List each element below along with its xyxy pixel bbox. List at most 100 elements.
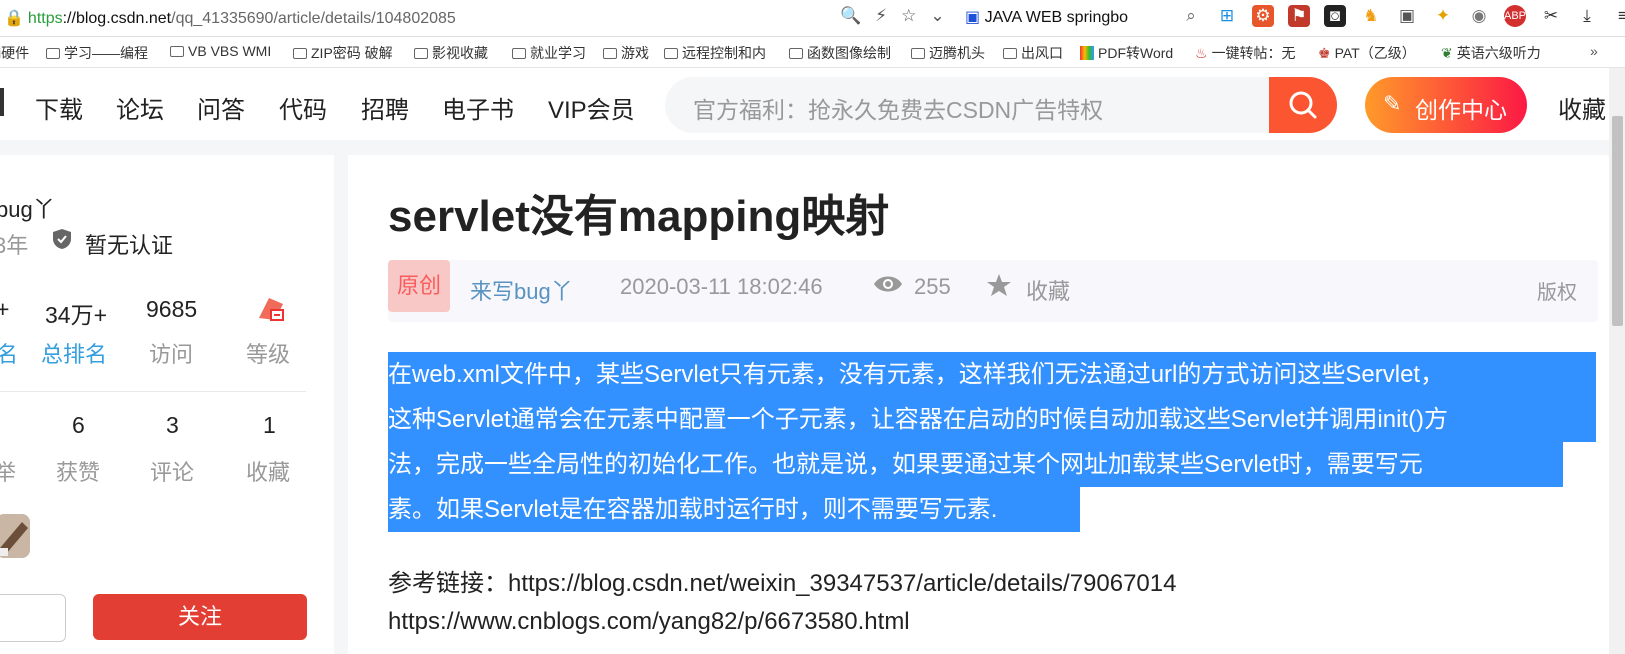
bookmark-label: 迈腾机头 xyxy=(929,45,985,61)
pen-icon: ✎ xyxy=(1383,91,1402,116)
address-bar[interactable]: 🔒 https://blog.csdn.net/qq_41335690/artic… xyxy=(4,8,456,28)
nav-favorites[interactable]: 收藏 xyxy=(1558,90,1606,125)
bookmarks-bar: i硬件 学习——编程 VB VBS WMI ZIP密码 破解 影视收藏 就业学习… xyxy=(0,37,1625,68)
stat-value: 6 xyxy=(72,412,85,438)
bookmark-label: 函数图像绘制 xyxy=(807,45,891,61)
windows-icon[interactable]: ⊞ xyxy=(1216,5,1238,27)
browser-toolbar: 🔒 https://blog.csdn.net/qq_41335690/artic… xyxy=(0,0,1625,37)
bookmark-item[interactable]: 迈腾机头 xyxy=(911,43,985,63)
copyright-link[interactable]: 版权 xyxy=(1537,276,1577,305)
medal-icon xyxy=(0,508,38,570)
bookmark-item[interactable]: PDF转Word xyxy=(1080,43,1173,63)
bookmark-item[interactable]: 游戏 xyxy=(603,43,649,63)
extension-red-icon[interactable]: ⚙ xyxy=(1252,5,1274,27)
bookmark-item[interactable]: 出风口 xyxy=(1003,43,1063,63)
nav-edge-mark xyxy=(0,88,4,116)
nav-qa[interactable]: 问答 xyxy=(197,90,245,125)
article-title: servlet没有mapping映射 xyxy=(388,192,890,241)
bookmark-item[interactable]: ♨ 一键转帖：无 xyxy=(1195,43,1296,63)
folder-icon xyxy=(293,48,307,59)
view-count: 255 xyxy=(914,274,951,299)
author-name[interactable]: bug丫 xyxy=(0,192,55,224)
stat-label-likes: 获赞 xyxy=(56,460,101,485)
url-host: ://blog.csdn.net xyxy=(62,10,172,27)
extension-black-icon[interactable]: ◙ xyxy=(1324,5,1346,27)
folder-icon xyxy=(512,48,526,59)
reference-link-2[interactable]: https://www.cnblogs.com/yang82/p/6673580… xyxy=(388,608,910,636)
message-button[interactable] xyxy=(0,594,66,642)
extension-flag-icon[interactable]: ⚑ xyxy=(1288,5,1310,27)
favorite-link[interactable]: 收藏 xyxy=(1026,274,1070,306)
bookmark-item[interactable]: ♚ PAT（乙级） xyxy=(1318,43,1416,63)
scissors-icon[interactable]: ✂ xyxy=(1540,5,1562,27)
nav-vip[interactable]: VIP会员 xyxy=(548,90,635,125)
bookmark-item[interactable]: 就业学习 xyxy=(512,43,586,63)
bookmark-item[interactable]: 远程控制和内 xyxy=(664,43,766,63)
bookmark-label: 一键转帖：无 xyxy=(1211,45,1296,61)
zoom-icon[interactable]: 🔍 xyxy=(840,6,861,26)
original-tag: 原创 xyxy=(388,260,450,312)
stat-label-visits: 访问 xyxy=(149,342,194,367)
menu-icon[interactable]: ≡ xyxy=(1612,5,1625,27)
search-input[interactable]: 官方福利：抢永久免费去CSDN广告特权 xyxy=(665,77,1275,133)
create-center-button[interactable]: ✎ 创作中心 xyxy=(1365,77,1527,133)
pdf-app-icon xyxy=(1080,46,1094,60)
bookmark-label: PAT（乙级） xyxy=(1334,45,1416,61)
leaf-icon: ❦ xyxy=(1441,45,1453,61)
bookmark-label: VB VBS WMI xyxy=(188,43,272,59)
bookmark-label: PDF转Word xyxy=(1098,45,1174,61)
bookmark-item[interactable]: ❦ 英语六级听力 xyxy=(1441,43,1541,63)
stat-label-total-rank[interactable]: 总排名 xyxy=(41,337,107,369)
star-bookmark-icon[interactable]: ☆ xyxy=(901,6,916,26)
cert-status: 暂无认证 xyxy=(85,233,174,258)
nav-ebooks[interactable]: 电子书 xyxy=(442,90,514,125)
shield-icon xyxy=(52,228,72,256)
bookmark-label: 出风口 xyxy=(1021,45,1063,61)
search-button[interactable] xyxy=(1269,77,1337,133)
screenshot-icon[interactable]: ▣ xyxy=(1396,5,1418,27)
lightning-icon[interactable]: ⚡ xyxy=(875,6,887,26)
adblock-icon[interactable]: ABP xyxy=(1504,5,1526,27)
search-engine-box[interactable]: ▣ JAVA WEB springbo xyxy=(965,7,1145,27)
paragraph-line: 素。如果Servlet是在容器加载时运行时，则不需要写元素. xyxy=(388,496,998,523)
extension-fox-icon[interactable]: ♞ xyxy=(1360,5,1382,27)
nav-download[interactable]: 下载 xyxy=(35,90,83,125)
chevron-down-icon[interactable]: ⌄ xyxy=(930,6,944,26)
folder-icon xyxy=(414,48,428,59)
paragraph-line: 这种Servlet通常会在元素中配置一个子元素，让容器在启动的时候自动加载这些S… xyxy=(388,406,1449,433)
nav-forum[interactable]: 论坛 xyxy=(116,90,164,125)
author-years: 3年 xyxy=(0,233,29,258)
publish-date: 2020-03-11 18:02:46 xyxy=(620,274,823,299)
stat-label-level: 等级 xyxy=(246,342,291,367)
bookmark-label: 英语六级听力 xyxy=(1456,45,1541,61)
bookmark-label: i硬件 xyxy=(0,45,30,61)
pat-icon: ♚ xyxy=(1318,45,1331,61)
create-center-label: 创作中心 xyxy=(1415,97,1507,123)
eye-icon[interactable]: ◉ xyxy=(1468,5,1490,27)
follow-button[interactable]: 关注 xyxy=(93,594,307,640)
extension-tiger-icon[interactable]: ✦ xyxy=(1432,5,1454,27)
bookmark-item[interactable]: 函数图像绘制 xyxy=(789,43,891,63)
folder-icon xyxy=(911,48,925,59)
article-paragraph: 在web.xml文件中，某些Servlet只有元素，没有元素，这样我们无法通过u… xyxy=(388,352,1598,532)
folder-icon xyxy=(1003,48,1017,59)
bookmark-item[interactable]: i硬件 xyxy=(0,43,29,63)
star-icon[interactable] xyxy=(986,272,1012,304)
more-bookmarks-icon[interactable]: » xyxy=(1590,43,1598,59)
stat-label: 举 xyxy=(0,460,17,485)
nav-jobs[interactable]: 招聘 xyxy=(361,90,409,125)
author-link[interactable]: 来写bug丫 xyxy=(470,274,573,306)
site-header: 下载 论坛 问答 代码 招聘 电子书 VIP会员 官方福利：抢永久免费去CSDN… xyxy=(0,68,1625,140)
nav-code[interactable]: 代码 xyxy=(279,90,327,125)
bookmark-item[interactable]: 学习——编程 xyxy=(46,43,148,63)
bookmark-item[interactable]: ZIP密码 破解 xyxy=(293,43,393,63)
search-icon[interactable]: ⌕ xyxy=(1180,5,1202,27)
stat-label[interactable]: 名 xyxy=(0,337,18,369)
stat-value: 1 xyxy=(263,412,276,438)
scrollbar-thumb[interactable] xyxy=(1612,116,1623,326)
download-icon[interactable]: ⤓ xyxy=(1576,5,1598,27)
bookmark-item[interactable]: 影视收藏 xyxy=(414,43,488,63)
bookmark-item[interactable]: VB VBS WMI xyxy=(170,43,271,59)
folder-icon xyxy=(170,46,184,57)
reference-link-1[interactable]: 参考链接：https://blog.csdn.net/weixin_393475… xyxy=(388,563,1176,598)
